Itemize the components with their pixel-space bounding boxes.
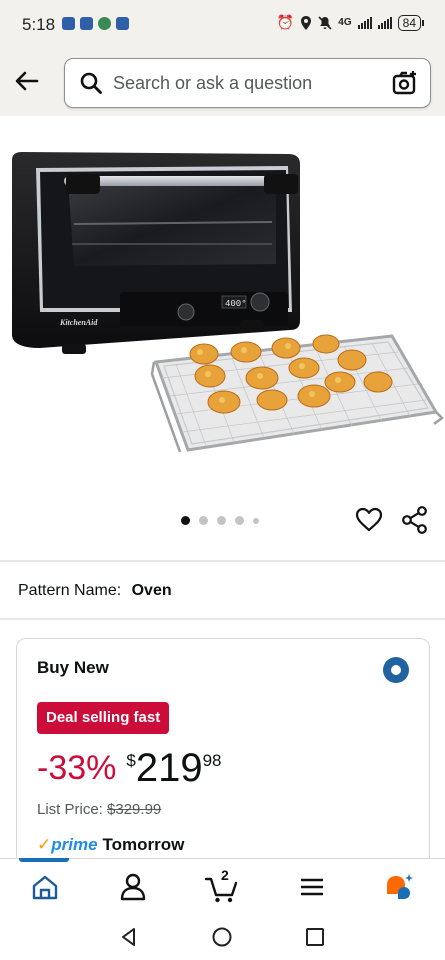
price-row: -33% $ 219 98 — [37, 746, 222, 790]
discount-percent: -33% — [37, 749, 117, 787]
rufus-assistant-icon[interactable] — [383, 871, 415, 903]
search-header — [0, 50, 445, 116]
notification-app-icon — [98, 17, 111, 30]
share-icon[interactable] — [402, 506, 428, 534]
prime-logo: prime — [51, 835, 98, 854]
system-back-icon[interactable] — [117, 925, 141, 949]
network-type: 4G — [338, 17, 352, 28]
deal-badge: Deal selling fast — [37, 702, 170, 734]
search-icon — [80, 72, 102, 94]
system-home-icon[interactable] — [210, 925, 234, 949]
cart-button[interactable]: 2 — [204, 867, 240, 903]
status-time: 5:18 — [22, 15, 56, 34]
carousel-dot[interactable] — [253, 517, 259, 524]
section-divider — [0, 560, 445, 562]
delivery-day: Tomorrow — [102, 835, 185, 854]
signal-icon — [357, 16, 372, 29]
search-input[interactable] — [113, 70, 373, 96]
signal-icon — [377, 16, 392, 29]
buy-new-radio[interactable] — [383, 657, 409, 683]
mute-icon — [318, 15, 332, 30]
list-price-label: List Price: — [37, 801, 103, 818]
active-tab-indicator — [19, 858, 69, 862]
camera-search-icon[interactable] — [392, 70, 418, 96]
notification-app-icon — [116, 17, 129, 30]
price-fraction: 98 — [202, 751, 222, 770]
buy-new-title: Buy New — [37, 658, 109, 677]
carousel-dot[interactable] — [235, 516, 244, 525]
account-icon[interactable] — [117, 871, 149, 903]
system-nav-bar — [0, 914, 445, 960]
location-icon — [301, 15, 312, 30]
list-price-value: $329.99 — [107, 801, 162, 818]
oven-display-text: 400° — [225, 299, 247, 309]
notification-app-icon — [62, 17, 75, 30]
system-recents-icon[interactable] — [303, 925, 327, 949]
brand-logo-text: KitchenAid — [59, 318, 98, 327]
pattern-label: Pattern Name: — [18, 582, 122, 599]
section-divider — [0, 618, 445, 620]
notification-app-icon — [80, 17, 93, 30]
home-icon[interactable] — [29, 871, 61, 903]
price-whole: 219 — [135, 746, 203, 790]
status-bar: 5:18 ⏰ 4G 84 — [0, 0, 445, 50]
carousel-dot[interactable] — [181, 516, 190, 525]
status-indicators: ⏰ 4G 84 — [276, 14, 425, 31]
menu-icon[interactable] — [296, 871, 328, 903]
carousel-dots[interactable] — [181, 516, 259, 525]
search-box[interactable] — [64, 58, 431, 108]
product-image-carousel[interactable]: 400° KitchenAid — [0, 116, 445, 506]
product-image: 400° KitchenAid — [12, 152, 444, 453]
bottom-nav: 2 — [0, 858, 445, 914]
status-notification-icons — [62, 17, 129, 30]
pattern-selector: Pattern Name: Oven — [18, 582, 172, 600]
back-arrow-icon[interactable] — [12, 66, 42, 96]
alarm-icon: ⏰ — [276, 14, 295, 30]
battery-icon: 84 — [397, 14, 425, 31]
price-currency: $ — [126, 751, 136, 770]
prime-delivery: ✓ prime Tomorrow — [37, 835, 184, 855]
prime-check-icon: ✓ — [37, 835, 52, 854]
cart-count: 2 — [221, 867, 229, 883]
pattern-value: Oven — [131, 582, 172, 599]
list-price: List Price: $329.99 — [37, 801, 161, 818]
carousel-dot[interactable] — [199, 516, 208, 525]
carousel-dot[interactable] — [217, 516, 226, 525]
heart-icon[interactable] — [355, 506, 383, 534]
